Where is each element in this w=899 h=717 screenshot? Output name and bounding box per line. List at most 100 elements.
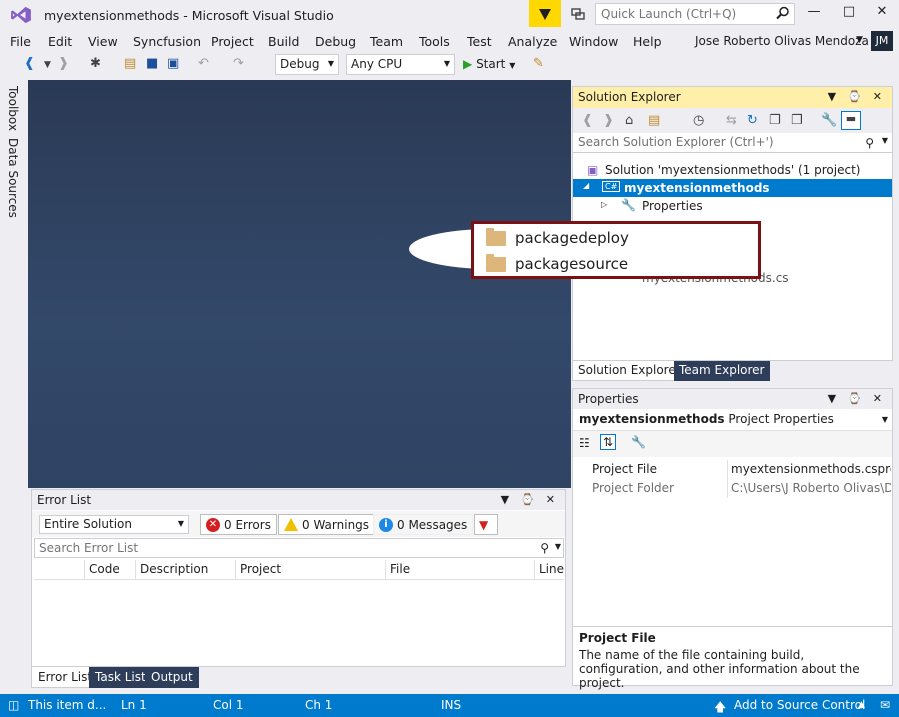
chevron-up-icon[interactable]: ▲ bbox=[858, 700, 865, 710]
tab-solution-explorer[interactable]: Solution Explorer bbox=[572, 361, 687, 381]
chevron-down-icon[interactable]: ▼ bbox=[44, 60, 51, 70]
home-icon[interactable]: ⌂ bbox=[625, 113, 633, 128]
column-file[interactable]: File bbox=[385, 560, 414, 580]
feedback-icon[interactable] bbox=[570, 6, 586, 22]
redo-icon[interactable]: ↷ bbox=[233, 56, 244, 71]
switch-views-icon[interactable]: ▤ bbox=[648, 113, 660, 128]
chevron-down-icon[interactable]: ▼ bbox=[856, 35, 863, 45]
back-icon[interactable]: ❰ bbox=[24, 56, 35, 71]
menu-analyze[interactable]: Analyze bbox=[508, 34, 557, 49]
alphabetical-icon[interactable]: ⇅ bbox=[600, 434, 617, 450]
wrench-icon: 🔧 bbox=[621, 198, 636, 212]
wrench-icon[interactable]: 🔧 bbox=[631, 435, 646, 449]
toolbar-extension-icon[interactable]: ✎ bbox=[533, 56, 544, 71]
chevron-down-icon[interactable]: ▼ bbox=[882, 136, 888, 145]
panel-controls[interactable]: ▼ ⌚ ✕ bbox=[828, 392, 886, 405]
tree-item-properties[interactable]: ▷ 🔧 Properties bbox=[573, 197, 892, 215]
error-list-search-input[interactable] bbox=[34, 538, 564, 558]
menu-view[interactable]: View bbox=[88, 34, 118, 49]
menu-file[interactable]: File bbox=[10, 34, 31, 49]
undo-icon[interactable]: ↶ bbox=[198, 56, 209, 71]
menu-team[interactable]: Team bbox=[370, 34, 403, 49]
forward-icon[interactable]: ❱ bbox=[58, 56, 69, 71]
menu-syncfusion[interactable]: Syncfusion bbox=[133, 34, 201, 49]
menu-test[interactable]: Test bbox=[467, 34, 492, 49]
column-code[interactable]: Code bbox=[84, 560, 124, 580]
minimize-button[interactable]: — bbox=[804, 4, 824, 24]
categorized-icon[interactable]: ☷ bbox=[579, 436, 590, 450]
toolbox-tab[interactable]: Toolbox bbox=[6, 86, 20, 131]
menu-edit[interactable]: Edit bbox=[48, 34, 72, 49]
tree-item-solution[interactable]: ▣ Solution 'myextensionmethods' (1 proje… bbox=[573, 161, 892, 179]
chevron-down-icon: ▼ bbox=[177, 519, 184, 528]
menu-help[interactable]: Help bbox=[633, 34, 662, 49]
search-icon[interactable]: ⚲ bbox=[540, 541, 549, 555]
collapse-arrow-icon[interactable]: ▷ bbox=[601, 200, 607, 209]
close-button[interactable]: ✕ bbox=[872, 4, 892, 24]
solution-explorer-search-input[interactable]: Search Solution Explorer (Ctrl+') ⚲ ▼ bbox=[573, 133, 892, 153]
chevron-down-icon[interactable]: ▼ bbox=[555, 542, 561, 551]
open-folder-icon[interactable]: ▤ bbox=[124, 56, 136, 71]
expand-arrow-icon[interactable]: ◢ bbox=[583, 181, 589, 190]
avatar[interactable]: JM bbox=[871, 31, 893, 51]
new-project-icon[interactable]: ✱ bbox=[90, 56, 101, 71]
tree-item-project[interactable]: ◢ C# myextensionmethods bbox=[573, 179, 892, 197]
error-scope-select[interactable]: Entire Solution ▼ bbox=[39, 515, 189, 534]
search-icon[interactable]: ⚲ bbox=[865, 136, 874, 150]
solution-platform-select[interactable]: Any CPU ▼ bbox=[346, 54, 455, 75]
property-row[interactable]: Project File myextensionmethods.csproj bbox=[573, 460, 892, 479]
user-name[interactable]: Jose Roberto Olivas Mendoza bbox=[695, 34, 869, 48]
panel-controls[interactable]: ▼ ⌚ ✕ bbox=[501, 493, 559, 506]
solution-explorer-search-placeholder: Search Solution Explorer (Ctrl+') bbox=[578, 135, 774, 149]
show-all-files-icon[interactable]: ❒ bbox=[791, 113, 803, 128]
preview-icon[interactable]: ▬ bbox=[841, 111, 861, 130]
properties-object-name: myextensionmethods bbox=[579, 412, 725, 426]
wrench-icon[interactable]: 🔧 bbox=[821, 113, 837, 128]
callout-folder-label: packagesource bbox=[515, 255, 629, 273]
callout-folder-item[interactable]: packagedeploy bbox=[486, 226, 629, 250]
property-row[interactable]: Project Folder C:\Users\J Roberto Olivas… bbox=[573, 479, 892, 498]
maximize-button[interactable]: □ bbox=[839, 4, 859, 24]
menu-tools[interactable]: Tools bbox=[419, 34, 450, 49]
warnings-filter-button[interactable]: 0 Warnings bbox=[278, 514, 376, 535]
add-to-source-control-button[interactable]: Add to Source Control bbox=[734, 698, 865, 712]
upload-arrow-icon[interactable]: 🡅 bbox=[714, 698, 726, 717]
menu-window[interactable]: Window bbox=[569, 34, 618, 49]
save-all-icon[interactable]: ▣ bbox=[167, 56, 179, 71]
panel-controls[interactable]: ▼ ⌚ ✕ bbox=[828, 90, 886, 103]
folder-icon bbox=[486, 227, 506, 246]
tab-output[interactable]: Output bbox=[145, 667, 199, 688]
notifications-icon[interactable]: ✉ bbox=[880, 698, 890, 712]
quick-launch-input[interactable] bbox=[595, 3, 795, 25]
tab-task-list[interactable]: Task List bbox=[89, 667, 152, 688]
start-button[interactable]: ▶ Start ▼ bbox=[463, 57, 515, 71]
play-icon: ▶ bbox=[463, 57, 473, 71]
column-line[interactable]: Line bbox=[534, 560, 568, 580]
messages-filter-button[interactable]: i 0 Messages bbox=[373, 514, 474, 535]
data-sources-tab[interactable]: Data Sources bbox=[6, 138, 20, 218]
callout-folder-item[interactable]: packagesource bbox=[486, 252, 628, 276]
sync-icon[interactable]: ⇆ bbox=[726, 113, 737, 128]
column-description[interactable]: Description bbox=[135, 560, 212, 580]
properties-object-type: Project Properties bbox=[728, 412, 834, 426]
errors-filter-button[interactable]: ✕ 0 Errors bbox=[200, 514, 277, 535]
properties-object-select[interactable]: myextensionmethods Project Properties ▼ bbox=[573, 409, 892, 431]
refresh-icon[interactable]: ↻ bbox=[747, 113, 758, 128]
back-icon[interactable]: ❰ bbox=[582, 113, 593, 128]
menu-build[interactable]: Build bbox=[268, 34, 299, 49]
forward-icon[interactable]: ❱ bbox=[603, 113, 614, 128]
menu-project[interactable]: Project bbox=[211, 34, 254, 49]
column-project[interactable]: Project bbox=[235, 560, 285, 580]
callout-highlight-box: packagedeploy packagesource bbox=[471, 221, 761, 279]
notification-flag-icon[interactable] bbox=[529, 0, 561, 27]
pending-changes-icon[interactable]: ◷ bbox=[693, 113, 704, 128]
collapse-all-icon[interactable]: ❐ bbox=[769, 113, 781, 128]
status-line: Ln 1 bbox=[121, 698, 147, 712]
solution-configuration-select[interactable]: Debug ▼ bbox=[275, 54, 339, 75]
tab-team-explorer[interactable]: Team Explorer bbox=[674, 361, 770, 381]
clear-filter-button[interactable]: ▼ bbox=[474, 514, 498, 535]
errors-count: 0 Errors bbox=[224, 517, 271, 532]
search-icon[interactable] bbox=[776, 6, 790, 20]
menu-debug[interactable]: Debug bbox=[315, 34, 356, 49]
save-icon[interactable]: ■ bbox=[146, 56, 158, 71]
